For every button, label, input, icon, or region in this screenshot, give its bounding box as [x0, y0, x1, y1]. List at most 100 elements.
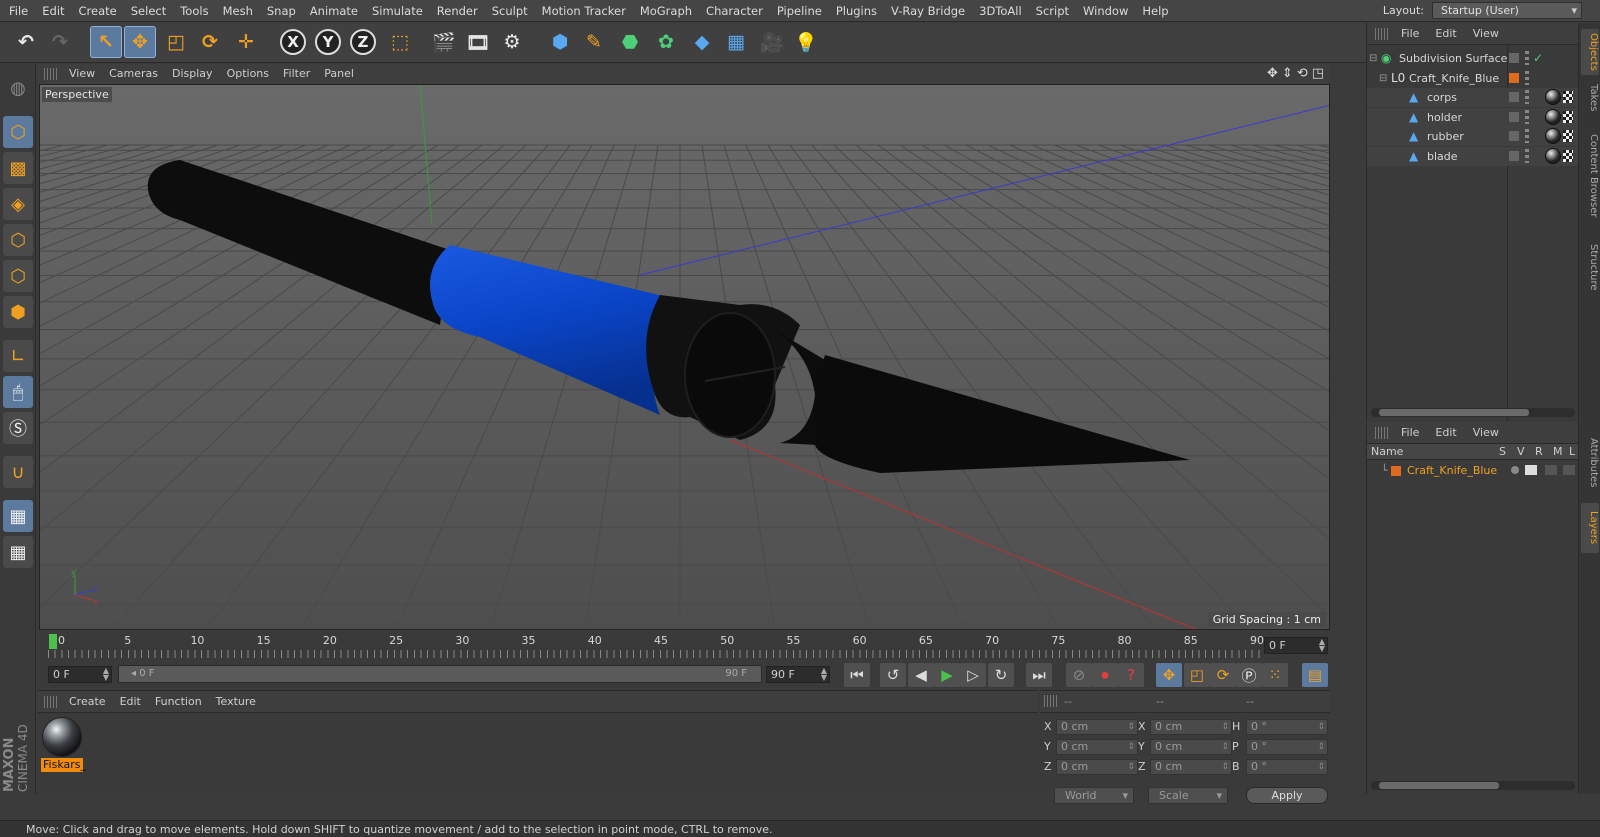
transform-tool-icon[interactable]: ✛: [230, 26, 262, 58]
object-scroll-thumb[interactable]: [1379, 409, 1529, 416]
object-menu-view[interactable]: View: [1465, 23, 1507, 45]
enabled-check-icon[interactable]: ✓: [1533, 49, 1543, 68]
points-mode-icon[interactable]: ⬡: [3, 224, 33, 256]
position-z-field[interactable]: 0 cm: [1056, 759, 1138, 775]
preview-range-slider[interactable]: ◂ 0 F 90 F: [118, 665, 762, 683]
material-tag-icon[interactable]: [1545, 147, 1561, 164]
tweak-mode-icon[interactable]: 🖱: [3, 376, 33, 408]
layer-column-s[interactable]: S: [1499, 445, 1506, 458]
transform-mode-select[interactable]: Scale: [1148, 787, 1228, 804]
layer-manager-icon[interactable]: [1563, 465, 1575, 475]
menu-motion-tracker[interactable]: Motion Tracker: [535, 0, 633, 22]
snapping-icon[interactable]: Ⓢ: [3, 412, 33, 444]
material-menu-texture[interactable]: Texture: [209, 691, 263, 713]
material-tag-icon[interactable]: [1545, 89, 1561, 105]
visibility-dots-icon[interactable]: [1525, 109, 1529, 124]
tab-takes[interactable]: Takes: [1581, 81, 1599, 115]
menu-mograph[interactable]: MoGraph: [633, 0, 699, 22]
visibility-dots-icon[interactable]: [1525, 90, 1529, 104]
object-menu-edit[interactable]: Edit: [1427, 23, 1464, 45]
polygons-mode-icon[interactable]: ⬢: [3, 296, 33, 328]
viewport-menu-cameras[interactable]: Cameras: [102, 64, 165, 84]
redo-icon[interactable]: ↷: [44, 26, 76, 58]
magnet-icon[interactable]: ∪: [3, 456, 33, 488]
object-name[interactable]: holder: [1427, 108, 1462, 127]
apply-button[interactable]: Apply: [1246, 787, 1328, 804]
move-tool-icon[interactable]: ✥: [124, 26, 156, 58]
viewport-menu-options[interactable]: Options: [220, 64, 276, 84]
menu-select[interactable]: Select: [124, 0, 173, 22]
menu-script[interactable]: Script: [1029, 0, 1076, 22]
go-to-start-icon[interactable]: ⏮: [844, 663, 870, 687]
object-row-rubber[interactable]: ▲ rubber: [1367, 127, 1579, 146]
model-mode-icon[interactable]: ⬡: [3, 116, 33, 148]
start-frame-field[interactable]: 0 F ▲ ▼: [48, 666, 112, 683]
display-tag-icon[interactable]: [1509, 131, 1519, 141]
current-frame-marker[interactable]: [49, 634, 57, 649]
floor-icon[interactable]: ▦: [720, 26, 752, 58]
tree-expander-icon[interactable]: ⊟: [1379, 69, 1387, 88]
texture-tag-icon[interactable]: [1563, 149, 1573, 162]
key-scale-icon[interactable]: ◰: [1184, 663, 1210, 687]
edges-mode-icon[interactable]: ⬡: [3, 260, 33, 292]
object-row-subdivision-surface[interactable]: ⊟ ◉ Subdivision Surface ✓: [1367, 49, 1579, 68]
layer-column-name[interactable]: Name: [1371, 445, 1403, 458]
display-tag-icon[interactable]: [1509, 72, 1519, 83]
y-axis-lock-button[interactable]: Y: [312, 26, 344, 58]
menu-v-ray-bridge[interactable]: V-Ray Bridge: [884, 0, 972, 22]
tab-attributes[interactable]: Attributes: [1581, 428, 1599, 498]
camera-icon[interactable]: 🎥: [756, 26, 788, 58]
record-keys-icon[interactable]: ⊘: [1066, 663, 1092, 687]
render-view-icon[interactable]: 🎬: [428, 26, 460, 58]
key-position-icon[interactable]: ✥: [1156, 663, 1182, 687]
display-tag-icon[interactable]: [1509, 111, 1519, 122]
layer-solo-icon[interactable]: [1511, 466, 1519, 474]
menu-file[interactable]: File: [0, 0, 35, 22]
camera-label[interactable]: Perspective: [42, 87, 112, 102]
object-name[interactable]: blade: [1427, 147, 1458, 166]
display-tag-icon[interactable]: [1509, 150, 1519, 161]
material-name[interactable]: Fiskars_: [41, 758, 86, 772]
viewport-menu-view[interactable]: View: [62, 64, 102, 84]
texture-mode-icon[interactable]: ▩: [3, 152, 33, 184]
menu-simulate[interactable]: Simulate: [365, 0, 430, 22]
deformer-icon[interactable]: ◆: [686, 26, 718, 58]
viewport-menu-display[interactable]: Display: [165, 64, 220, 84]
rotation-p-field[interactable]: 0 °: [1246, 739, 1328, 755]
tab-layers[interactable]: Layers: [1581, 503, 1599, 553]
object-row-blade[interactable]: ▲ blade: [1367, 146, 1579, 166]
layer-render-icon[interactable]: [1545, 465, 1557, 475]
render-picture-viewer-icon[interactable]: 🎞: [462, 26, 494, 58]
layer-visible-icon[interactable]: [1525, 465, 1537, 475]
rotation-b-field[interactable]: 0 °: [1246, 759, 1328, 775]
material-menu-edit[interactable]: Edit: [113, 691, 148, 713]
coordinate-system-icon[interactable]: ⬚: [384, 26, 416, 58]
display-tag-icon[interactable]: [1509, 53, 1519, 63]
viewport-navigation-icons[interactable]: ✥⇕⟲◳: [1267, 66, 1328, 81]
light-icon[interactable]: 💡: [790, 26, 822, 58]
layout-select[interactable]: Startup (User): [1432, 2, 1582, 19]
layer-column-m[interactable]: M: [1553, 445, 1563, 458]
viewport-menu-panel[interactable]: Panel: [317, 64, 361, 84]
layer-horizontal-scrollbar[interactable]: [1371, 781, 1575, 790]
tree-expander-icon[interactable]: ⊟: [1369, 49, 1377, 68]
viewport-menu-filter[interactable]: Filter: [276, 64, 317, 84]
planar-workplane-icon[interactable]: ▦: [3, 536, 33, 568]
x-axis-lock-button[interactable]: X: [277, 26, 309, 58]
size-z-field[interactable]: 0 cm: [1150, 759, 1232, 775]
layer-menu-edit[interactable]: Edit: [1427, 422, 1464, 444]
layer-menu-file[interactable]: File: [1393, 422, 1427, 444]
tab-content-browser[interactable]: Content Browser: [1581, 121, 1599, 231]
object-name[interactable]: corps: [1427, 88, 1457, 107]
play-icon[interactable]: ▶: [934, 663, 960, 687]
position-y-field[interactable]: 0 cm: [1056, 739, 1138, 755]
display-tag-icon[interactable]: [1509, 92, 1519, 102]
rotate-tool-icon[interactable]: ⟳: [194, 26, 226, 58]
timeline-window-icon[interactable]: ▤: [1302, 663, 1328, 687]
material-tag-icon[interactable]: [1545, 108, 1561, 125]
menu-plugins[interactable]: Plugins: [829, 0, 884, 22]
menu-help[interactable]: Help: [1135, 0, 1175, 22]
visibility-dots-icon[interactable]: [1525, 51, 1529, 65]
undo-icon[interactable]: ↶: [10, 26, 42, 58]
menu-edit[interactable]: Edit: [35, 0, 71, 22]
